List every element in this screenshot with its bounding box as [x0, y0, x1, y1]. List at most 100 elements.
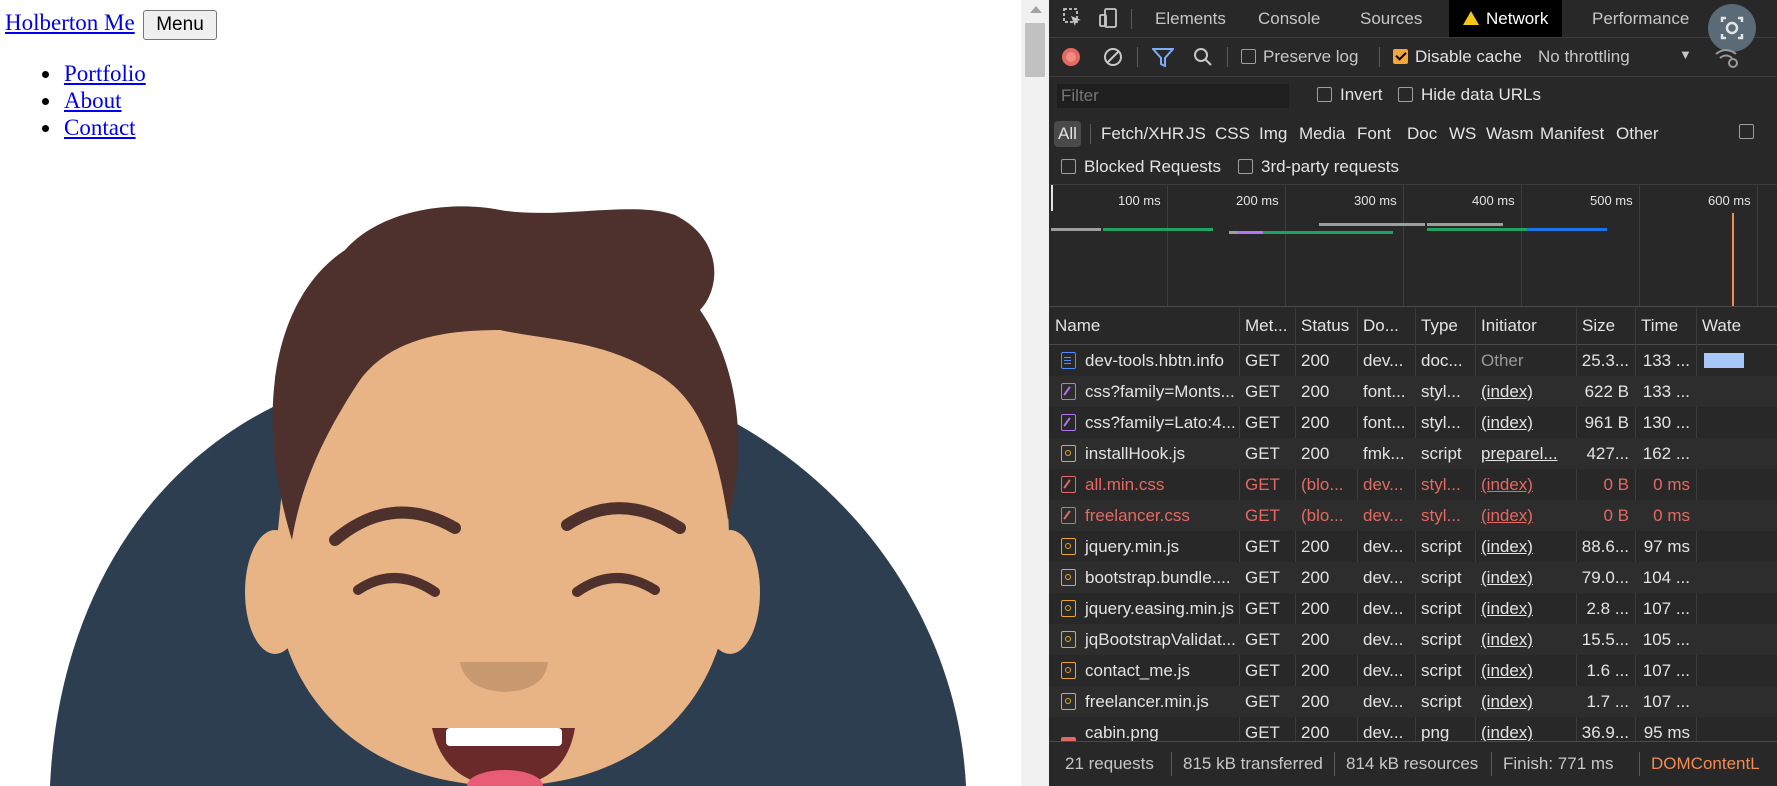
nav-link-about[interactable]: About	[64, 88, 122, 113]
cell-name[interactable]: css?family=Monts...	[1079, 376, 1239, 407]
nav-link-portfolio[interactable]: Portfolio	[64, 61, 146, 86]
column-header-name[interactable]: Name	[1049, 308, 1239, 344]
column-header-method[interactable]: Met...	[1239, 308, 1295, 344]
type-filter-js[interactable]: JS	[1186, 121, 1206, 147]
filter-input[interactable]	[1057, 84, 1289, 108]
type-filter-other[interactable]: Other	[1616, 121, 1659, 147]
resources-size: 814 kB resources	[1346, 754, 1479, 773]
request-row[interactable]: jquery.min.js GET 200 dev... script (index) 88…	[1049, 531, 1777, 562]
cell-name[interactable]: freelancer.css	[1079, 500, 1239, 531]
request-row[interactable]: bootstrap.bundle.... GET 200 dev... script (i…	[1049, 562, 1777, 593]
more-filters-checkbox[interactable]	[1739, 124, 1754, 139]
request-row[interactable]: contact_me.js GET 200 dev... script (index) 1.…	[1049, 655, 1777, 686]
preserve-log-checkbox[interactable]	[1241, 49, 1256, 64]
tab-performance[interactable]: Performance	[1592, 0, 1689, 37]
timeline-tick-label: 300 ms	[1354, 193, 1397, 208]
request-row[interactable]: freelancer.css GET (blo... dev... styl... (in…	[1049, 500, 1777, 531]
column-header-domain[interactable]: Do...	[1357, 308, 1415, 344]
chevron-down-icon[interactable]: ▼	[1679, 47, 1692, 62]
throttling-select[interactable]: No throttling	[1538, 47, 1630, 67]
type-filter-doc[interactable]: Doc	[1407, 121, 1437, 147]
column-header-type[interactable]: Type	[1415, 308, 1475, 344]
blocked-requests-checkbox[interactable]	[1061, 159, 1076, 174]
cell-time: 133 ...	[1642, 382, 1690, 401]
cell-name[interactable]: all.min.css	[1079, 469, 1239, 500]
finish-time: Finish: 771 ms	[1503, 754, 1614, 773]
column-header-size[interactable]: Size	[1576, 308, 1635, 344]
cell-method: GET	[1245, 444, 1280, 463]
cell-method: GET	[1245, 630, 1280, 649]
cell-initiator[interactable]: (index)	[1475, 469, 1576, 500]
hide-data-urls-checkbox[interactable]	[1398, 87, 1413, 102]
type-filter-css[interactable]: CSS	[1215, 121, 1250, 147]
type-filter-media[interactable]: Media	[1299, 121, 1345, 147]
filter-icon[interactable]	[1152, 47, 1174, 67]
brand-link[interactable]: Holberton Me	[5, 10, 135, 36]
scrollbar-thumb[interactable]	[1025, 23, 1045, 77]
cell-initiator[interactable]: (index)	[1475, 593, 1576, 624]
third-party-checkbox[interactable]	[1238, 159, 1253, 174]
column-header-waterfall[interactable]: Wate	[1696, 308, 1777, 344]
type-filter-all[interactable]: All	[1054, 121, 1081, 147]
request-row[interactable]: jquery.easing.min.js GET 200 dev... script (i…	[1049, 593, 1777, 624]
column-header-initiator[interactable]: Initiator	[1475, 308, 1576, 344]
nav-item: About	[42, 87, 146, 114]
type-filter-ws[interactable]: WS	[1449, 121, 1476, 147]
record-icon[interactable]	[1061, 47, 1081, 67]
timeline-bar	[1229, 231, 1237, 234]
cell-initiator[interactable]: (index)	[1475, 531, 1576, 562]
disable-cache-checkbox[interactable]	[1393, 49, 1408, 64]
preserve-log-label: Preserve log	[1263, 47, 1359, 66]
menu-button[interactable]: Menu	[143, 10, 217, 40]
clear-icon[interactable]	[1103, 47, 1123, 67]
invert-checkbox[interactable]	[1317, 87, 1332, 102]
request-row[interactable]: installHook.js GET 200 fmk... script preparel…	[1049, 438, 1777, 469]
cell-initiator[interactable]: (index)	[1475, 407, 1576, 438]
scroll-up-arrow-icon[interactable]	[1030, 6, 1042, 13]
column-header-status[interactable]: Status	[1295, 308, 1357, 344]
inspect-element-icon[interactable]	[1061, 6, 1085, 30]
timeline-tick-label: 500 ms	[1590, 193, 1633, 208]
cell-name[interactable]: css?family=Lato:4...	[1079, 407, 1239, 438]
cell-name[interactable]: jquery.easing.min.js	[1079, 593, 1239, 624]
request-row[interactable]: css?family=Monts... GET 200 font... styl... (…	[1049, 376, 1777, 407]
timeline-start-handle[interactable]	[1051, 185, 1053, 211]
cell-initiator[interactable]: (index)	[1475, 562, 1576, 593]
device-toolbar-icon[interactable]	[1097, 6, 1121, 30]
type-filter-font[interactable]: Font	[1357, 121, 1391, 147]
type-filter-wasm[interactable]: Wasm	[1486, 121, 1534, 147]
request-row[interactable]: all.min.css GET (blo... dev... styl... (index…	[1049, 469, 1777, 500]
page-scrollbar[interactable]	[1021, 0, 1049, 786]
cell-name[interactable]: jquery.min.js	[1079, 531, 1239, 562]
divider	[1491, 752, 1492, 776]
request-row[interactable]: dev-tools.hbtn.info GET 200 dev... doc... Oth…	[1049, 345, 1777, 376]
type-filter-manifest[interactable]: Manifest	[1540, 121, 1604, 147]
request-row[interactable]: css?family=Lato:4... GET 200 font... styl...…	[1049, 407, 1777, 438]
search-icon[interactable]	[1193, 47, 1213, 67]
cell-name[interactable]: bootstrap.bundle....	[1079, 562, 1239, 593]
cell-initiator[interactable]: (index)	[1475, 500, 1576, 531]
cell-initiator[interactable]: (index)	[1475, 655, 1576, 686]
cell-name[interactable]: dev-tools.hbtn.info	[1079, 345, 1239, 376]
tab-sources[interactable]: Sources	[1360, 0, 1422, 37]
tab-elements[interactable]: Elements	[1155, 0, 1226, 37]
nav-link-contact[interactable]: Contact	[64, 115, 136, 140]
cell-initiator[interactable]: (index)	[1475, 376, 1576, 407]
tab-network[interactable]: Network	[1449, 0, 1563, 37]
column-header-time[interactable]: Time	[1635, 308, 1696, 344]
cell-initiator[interactable]: (index)	[1475, 624, 1576, 655]
cell-name[interactable]: jqBootstrapValidat...	[1079, 624, 1239, 655]
cell-name[interactable]: installHook.js	[1079, 438, 1239, 469]
request-row[interactable]: jqBootstrapValidat... GET 200 dev... script (…	[1049, 624, 1777, 655]
disable-cache-label: Disable cache	[1415, 47, 1522, 66]
request-row[interactable]: freelancer.min.js GET 200 dev... script (inde…	[1049, 686, 1777, 717]
network-conditions-icon[interactable]	[1714, 46, 1740, 68]
type-filter-img[interactable]: Img	[1259, 121, 1287, 147]
cell-name[interactable]: contact_me.js	[1079, 655, 1239, 686]
cell-initiator[interactable]: (index)	[1475, 686, 1576, 717]
type-filter-fetch-xhr[interactable]: Fetch/XHR	[1101, 121, 1184, 147]
cell-name[interactable]: freelancer.min.js	[1079, 686, 1239, 717]
cell-initiator[interactable]: preparel...	[1475, 438, 1576, 469]
tab-console[interactable]: Console	[1258, 0, 1320, 37]
timeline-overview[interactable]: 100 ms 200 ms 300 ms 400 ms 500 ms 600 m…	[1049, 185, 1777, 307]
